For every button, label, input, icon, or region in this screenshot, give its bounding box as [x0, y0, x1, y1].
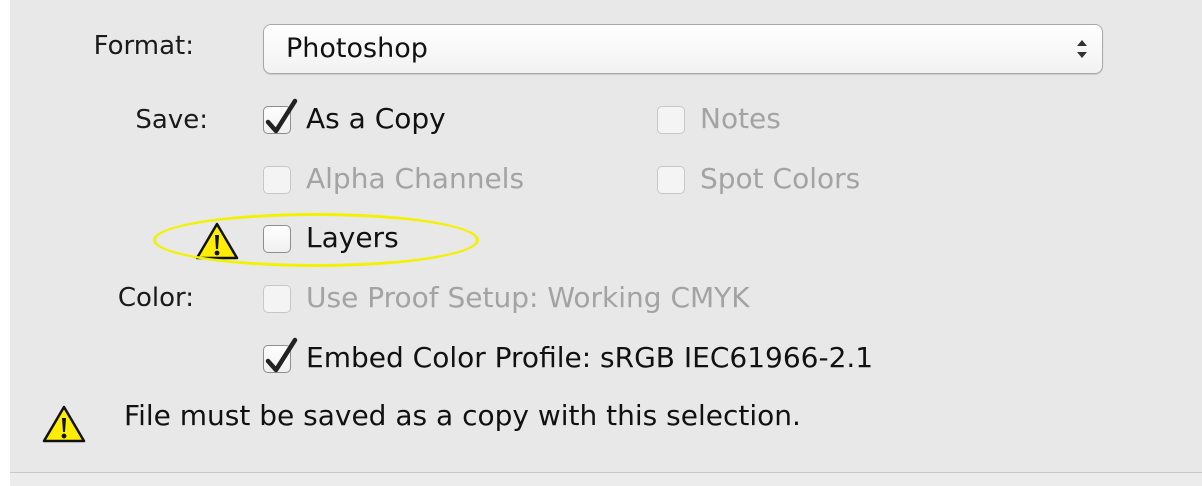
use-proof-setup-checkbox[interactable] — [263, 285, 291, 313]
spot-colors-label: Spot Colors — [700, 162, 861, 195]
format-label: Format: — [93, 31, 194, 61]
as-a-copy-checkbox[interactable] — [263, 98, 298, 134]
as-a-copy-label: As a Copy — [306, 102, 446, 135]
checkmark-icon — [265, 337, 298, 373]
embed-color-profile-label: Embed Color Profile: sRGB IEC61966-2.1 — [306, 341, 874, 374]
warning-triangle-icon — [42, 405, 86, 443]
warning-message: File must be saved as a copy with this s… — [124, 399, 801, 432]
layers-label: Layers — [306, 221, 399, 254]
notes-checkbox[interactable] — [657, 106, 685, 134]
spot-colors-checkbox[interactable] — [657, 166, 685, 194]
color-label: Color: — [117, 283, 194, 313]
format-popup-select[interactable]: Photoshop — [263, 24, 1103, 74]
save-label: Save: — [135, 105, 208, 135]
layers-checkbox[interactable] — [263, 225, 291, 253]
notes-label: Notes — [700, 102, 781, 135]
popup-arrows-icon — [1077, 40, 1087, 58]
checkmark-icon — [265, 98, 298, 134]
format-selected-value: Photoshop — [286, 33, 428, 64]
use-proof-setup-label: Use Proof Setup: Working CMYK — [306, 281, 750, 314]
alpha-channels-label: Alpha Channels — [306, 162, 525, 195]
alpha-channels-checkbox[interactable] — [263, 166, 291, 194]
embed-color-profile-checkbox[interactable] — [263, 337, 298, 373]
warning-triangle-icon — [195, 222, 239, 260]
panel-footer — [10, 473, 1202, 486]
